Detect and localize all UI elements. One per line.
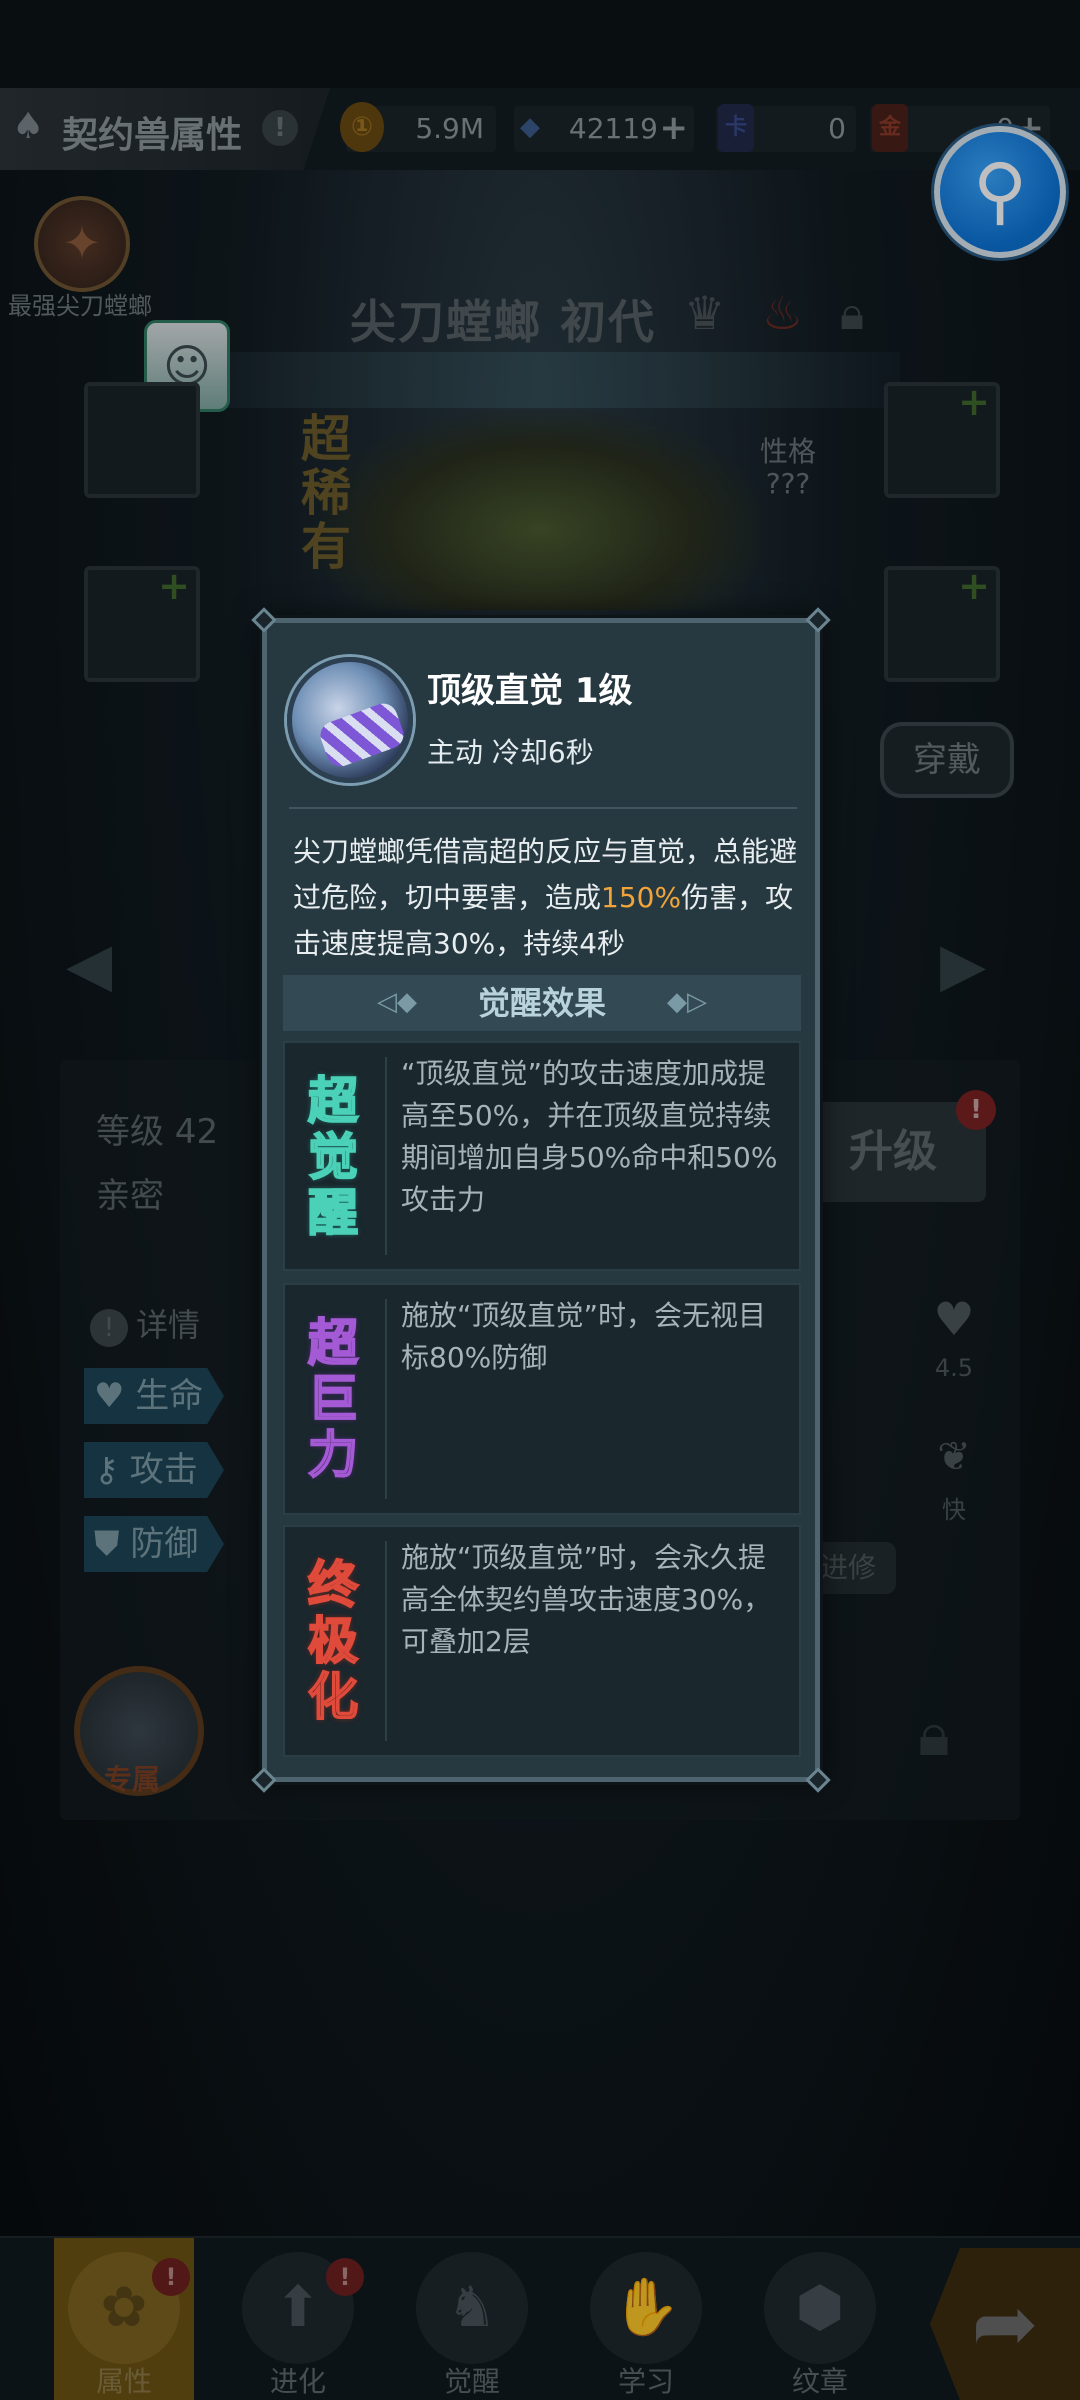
effect-text: 施放“顶级直觉”时，会无视目标80%防御 (401, 1299, 767, 1374)
divider (385, 1057, 387, 1255)
divider (385, 1299, 387, 1499)
skill-popup: 顶级直觉 1级 主动 冷却6秒 尖刀螳螂凭借高超的反应与直觉，总能避过危险，切中… (251, 607, 831, 1793)
skill-meta: 主动 冷却6秒 (427, 736, 594, 769)
awakening-effect: 终极化 施放“顶级直觉”时，会永久提高全体契约兽攻击速度30%，可叠加2层 (283, 1525, 801, 1757)
divider (289, 807, 797, 809)
ultimate-emblem: 终极化 (307, 1556, 359, 1726)
skill-description: 尖刀螳螂凭借高超的反应与直觉，总能避过危险，切中要害，造成150%伤害，攻击速度… (293, 829, 797, 967)
desc-highlight: 150% (601, 881, 682, 914)
diamond-ornament-icon: ◆▷ (667, 987, 707, 1017)
awakening-header: ◁◆ 觉醒效果 ◆▷ (283, 975, 801, 1031)
diamond-ornament-icon: ◁◆ (377, 987, 417, 1017)
skill-icon (287, 657, 413, 783)
divider (385, 1541, 387, 1741)
super-awaken-emblem: 超觉醒 (307, 1072, 359, 1242)
awakening-effect: 超巨力 施放“顶级直觉”时，会无视目标80%防御 (283, 1283, 801, 1515)
super-power-emblem: 超巨力 (307, 1314, 359, 1484)
awakening-title: 觉醒效果 (477, 984, 606, 1022)
effect-text: “顶级直觉”的攻击速度加成提高至50%，并在顶级直觉持续期间增加自身50%命中和… (401, 1057, 778, 1216)
claw-icon (316, 699, 408, 771)
skill-name: 顶级直觉 1级 (427, 671, 633, 711)
awakening-effect: 超觉醒 “顶级直觉”的攻击速度加成提高至50%，并在顶级直觉持续期间增加自身50… (283, 1041, 801, 1271)
effect-text: 施放“顶级直觉”时，会永久提高全体契约兽攻击速度30%，可叠加2层 (401, 1541, 772, 1658)
